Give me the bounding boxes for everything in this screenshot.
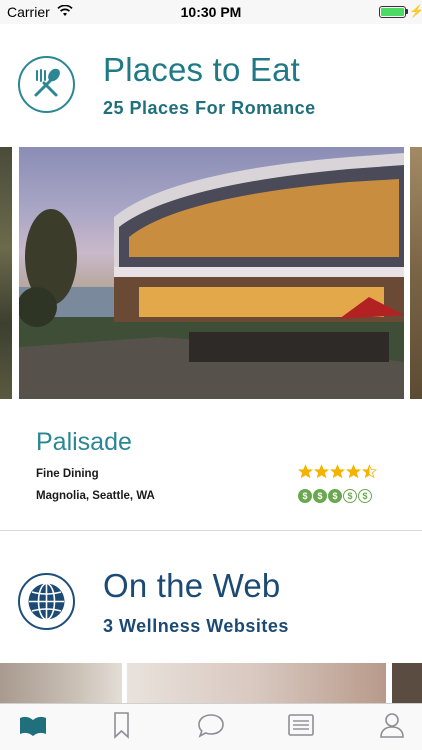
restaurant-photo[interactable]: [19, 147, 404, 399]
tab-list[interactable]: [286, 710, 316, 740]
section-title[interactable]: On the Web: [103, 567, 281, 605]
book-icon: [20, 716, 46, 736]
price-coin-icon: $: [328, 489, 342, 503]
star-icon: [314, 464, 329, 479]
chat-bubble-icon: [198, 714, 224, 738]
website-photo[interactable]: [127, 663, 386, 703]
restaurant-name[interactable]: Palisade: [36, 428, 132, 457]
star-icon: [362, 464, 377, 479]
carousel-image-previous[interactable]: [0, 663, 122, 703]
star-icon: [346, 464, 361, 479]
tab-profile[interactable]: [377, 710, 407, 740]
divider: [0, 530, 422, 531]
user-icon: [380, 713, 404, 738]
carousel-image-previous[interactable]: [0, 147, 12, 399]
clock: 10:30 PM: [180, 4, 242, 20]
bookmark-icon: [114, 712, 129, 739]
price-coin-icon: $: [358, 489, 372, 503]
star-icon: [330, 464, 345, 479]
tab-bookmarks[interactable]: [106, 710, 136, 740]
globe-icon: [18, 573, 75, 630]
battery-icon: [379, 6, 406, 18]
charging-icon: ⚡: [409, 4, 422, 18]
star-icon: [298, 464, 313, 479]
price-coin-icon: $: [313, 489, 327, 503]
star-rating: [298, 464, 377, 479]
carousel-image-next[interactable]: [410, 147, 422, 399]
section-subtitle[interactable]: 3 Wellness Websites: [103, 616, 289, 637]
list-icon: [288, 714, 314, 736]
section-title[interactable]: Places to Eat: [103, 51, 300, 89]
battery-fill: [381, 8, 404, 16]
carousel-image-next[interactable]: [392, 663, 422, 703]
utensils-icon: [18, 56, 75, 113]
battery-cap: [406, 9, 408, 14]
restaurant-category: Fine Dining: [36, 468, 99, 480]
tab-home[interactable]: [18, 710, 48, 740]
price-rating: $ $ $ $ $: [298, 489, 372, 503]
status-bar: Carrier 10:30 PM ⚡: [0, 0, 422, 24]
tab-bar: [0, 703, 422, 750]
price-coin-icon: $: [343, 489, 357, 503]
section-subtitle[interactable]: 25 Places For Romance: [103, 98, 316, 119]
restaurant-location: Magnolia, Seattle, WA: [36, 490, 155, 502]
price-coin-icon: $: [298, 489, 312, 503]
tab-messages[interactable]: [196, 710, 226, 740]
